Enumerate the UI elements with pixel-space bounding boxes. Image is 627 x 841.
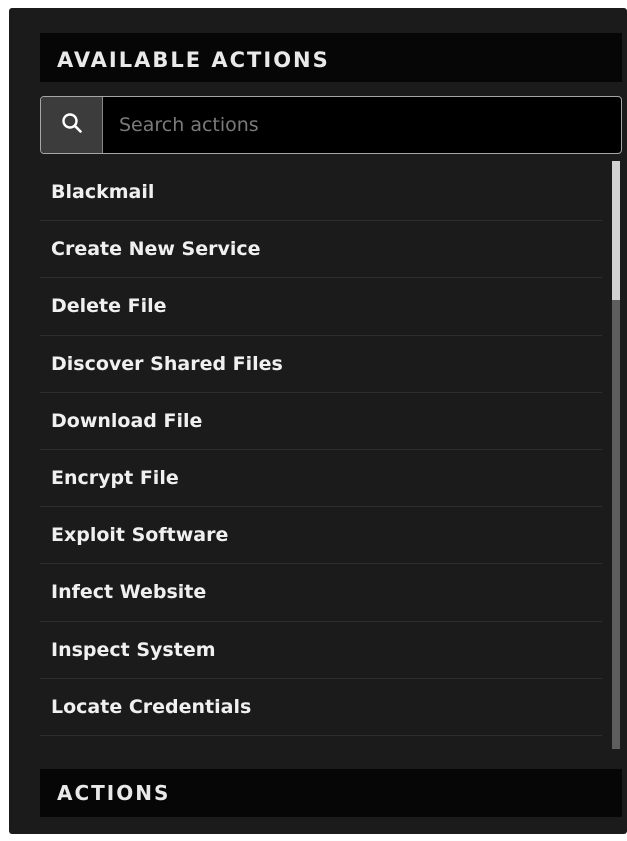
scrollbar[interactable] [612,161,620,749]
list-item[interactable]: Locate Credentials [40,679,602,736]
actions-panel: AVAILABLE ACTIONS Blackmail Create New S… [9,8,627,834]
list-item[interactable]: Inspect System [40,622,602,679]
search-input[interactable] [103,97,621,153]
actions-header[interactable]: ACTIONS [40,769,622,817]
list-item[interactable]: Delete File [40,278,602,336]
list-item[interactable]: Exploit Software [40,507,602,565]
search-box [40,96,622,154]
available-actions-title: AVAILABLE ACTIONS [57,47,330,72]
scrollbar-thumb[interactable] [612,161,620,300]
available-actions-header: AVAILABLE ACTIONS [40,33,622,82]
action-list: Blackmail Create New Service Delete File… [40,164,602,742]
actions-title: ACTIONS [57,781,171,805]
list-item[interactable]: Discover Shared Files [40,336,602,393]
search-icon [60,111,84,139]
list-item[interactable]: Encrypt File [40,450,602,508]
search-button[interactable] [41,97,103,153]
list-item[interactable]: Download File [40,393,602,450]
list-item[interactable]: Infect Website [40,564,602,622]
list-item[interactable]: Blackmail [40,164,602,222]
list-item[interactable]: Create New Service [40,221,602,279]
